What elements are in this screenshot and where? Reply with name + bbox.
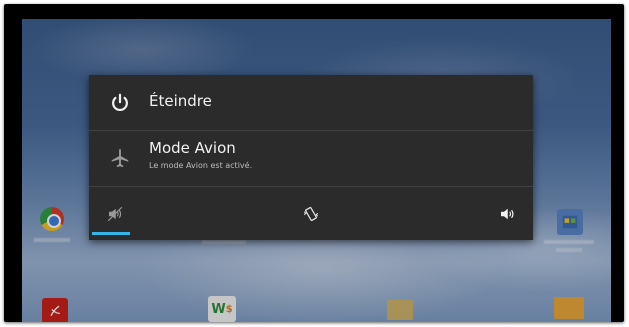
power-off-option[interactable]: Éteindre — [89, 75, 533, 130]
volume-on-icon — [501, 208, 514, 219]
power-menu-dialog: Éteindre Mode Avion Le mode Avion est ac… — [89, 75, 533, 240]
volume-mute-icon — [107, 206, 123, 221]
airplane-mode-label: Mode Avion — [149, 139, 236, 157]
vibrate-icon — [303, 206, 319, 221]
power-off-label: Éteindre — [149, 92, 212, 110]
sound-mode-selector — [89, 187, 533, 240]
airplane-mode-option[interactable]: Mode Avion Le mode Avion est activé. — [89, 131, 533, 186]
airplane-mode-status: Le mode Avion est activé. — [149, 161, 253, 170]
vibrate-mode-button[interactable] — [281, 187, 341, 240]
home-screen: W $ Éteindre Mode Avion Le mode Avion est… — [22, 19, 611, 322]
silent-mode-button[interactable] — [85, 187, 145, 240]
airplane-icon — [111, 148, 129, 168]
power-icon — [112, 93, 128, 112]
selected-indicator — [92, 232, 130, 235]
sound-on-mode-button[interactable] — [477, 187, 537, 240]
device-frame: W $ Éteindre Mode Avion Le mode Avion est… — [4, 4, 624, 322]
